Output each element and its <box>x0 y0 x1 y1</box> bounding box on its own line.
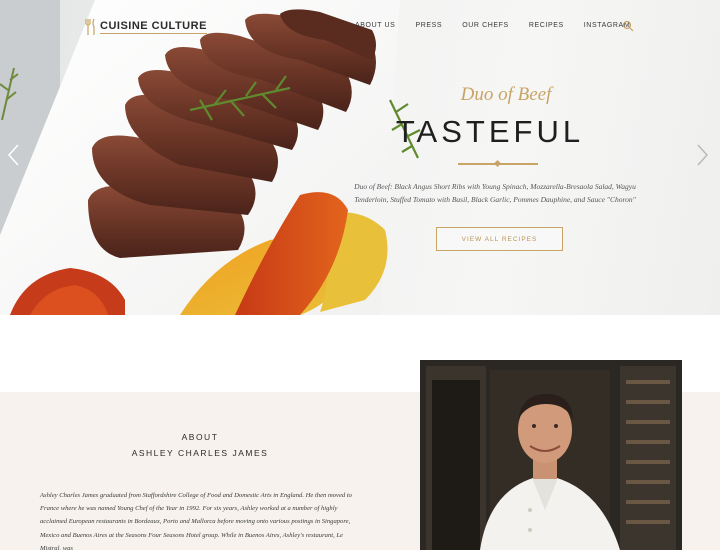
nav-link-recipes[interactable]: RECIPES <box>529 22 564 29</box>
hero-divider <box>458 163 538 165</box>
hero-banner: CUISINE CULTURE ABOUT US PRESS OUR CHEFS… <box>0 0 720 315</box>
hero-title: TASTEFUL <box>395 114 585 149</box>
about-heading: ABOUT <box>181 432 219 442</box>
site-logo[interactable]: CUISINE CULTURE <box>84 18 207 36</box>
top-nav: CUISINE CULTURE ABOUT US PRESS OUR CHEFS… <box>0 14 720 40</box>
hero-description: Duo of Beef: Black Angus Short Ribs with… <box>354 182 636 204</box>
nav-link-press[interactable]: PRESS <box>415 22 442 29</box>
chevron-right-icon[interactable] <box>694 142 710 168</box>
chevron-left-icon[interactable] <box>6 142 22 168</box>
view-all-recipes-button[interactable]: VIEW ALL RECIPES <box>436 227 563 251</box>
fork-knife-icon <box>85 18 95 35</box>
nav-menu: ABOUT US PRESS OUR CHEFS RECIPES INSTAGR… <box>355 22 650 29</box>
nav-link-about-us[interactable]: ABOUT US <box>355 22 395 29</box>
search-icon[interactable] <box>622 20 634 32</box>
hero-food-image <box>0 0 421 315</box>
nav-link-our-chefs[interactable]: OUR CHEFS <box>462 22 509 29</box>
brand-name: CUISINE CULTURE <box>100 20 207 34</box>
chef-name: ASHLEY CHARLES JAMES <box>131 448 269 458</box>
hero-subtitle: Duo of Beef <box>460 84 552 105</box>
chef-photo <box>420 360 682 550</box>
chef-portrait-image <box>420 360 682 550</box>
about-body: Ashley Charles James graduated from Staf… <box>40 492 352 550</box>
